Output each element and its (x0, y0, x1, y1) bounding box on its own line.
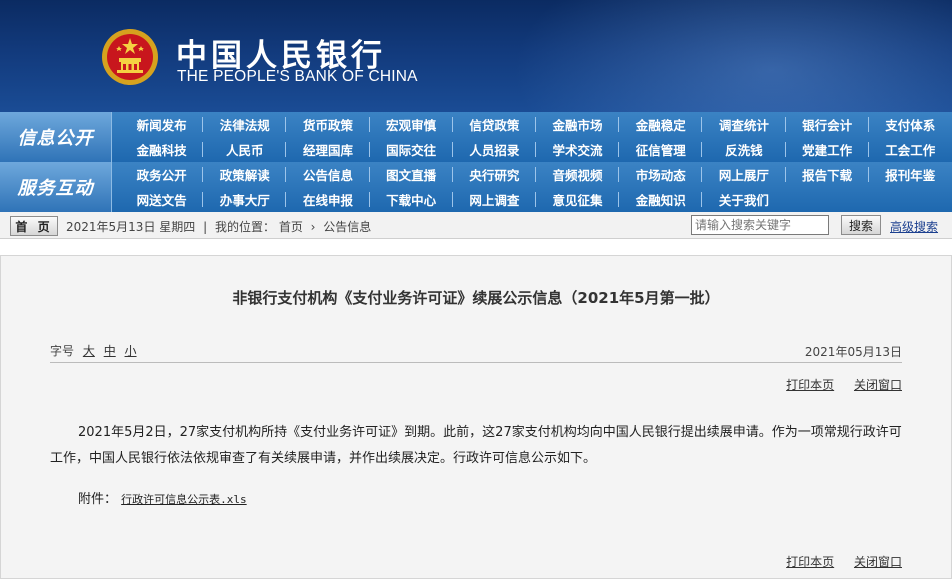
attachment-file-link[interactable]: 行政许可信息公示表.xls (121, 493, 247, 506)
nav-link[interactable]: 支付体系 (869, 112, 952, 137)
nav-link[interactable]: 金融稳定 (619, 112, 703, 137)
close-window-link[interactable]: 关闭窗口 (854, 378, 902, 392)
nav-link[interactable]: 意见征集 (536, 187, 620, 212)
breadcrumb-home-link[interactable]: 首页 (279, 220, 303, 234)
divider (50, 362, 902, 363)
breadcrumb: 2021年5月13日 星期四 | 我的位置： 首页 › 公告信息 (66, 218, 371, 235)
nav-link[interactable]: 网送文告 (120, 187, 204, 212)
font-size-small-link[interactable]: 小 (125, 344, 137, 358)
nav-link[interactable]: 银行会计 (786, 112, 869, 137)
nav-link[interactable]: 经理国库 (286, 137, 370, 162)
font-size-controls: 字号 大 中 小 (50, 342, 137, 359)
close-window-link[interactable]: 关闭窗口 (854, 555, 902, 569)
nav-link[interactable]: 在线申报 (286, 187, 370, 212)
font-size-medium-link[interactable]: 中 (104, 344, 116, 358)
nav-link[interactable]: 金融市场 (536, 112, 620, 137)
current-date: 2021年5月13日 星期四 (66, 220, 196, 234)
nav-link[interactable]: 调查统计 (702, 112, 786, 137)
nav-link[interactable]: 关于我们 (702, 187, 785, 212)
nav-link[interactable]: 公告信息 (286, 162, 370, 187)
nav-link[interactable]: 下载中心 (370, 187, 453, 212)
nav-section-label-info: 信息公开 (0, 112, 112, 162)
nav-link[interactable]: 信贷政策 (453, 112, 537, 137)
nav-link[interactable]: 网上展厅 (702, 162, 786, 187)
nav-link[interactable]: 金融科技 (120, 137, 204, 162)
nav-link[interactable]: 宏观审慎 (370, 112, 453, 137)
nav-section-label-service: 服务互动 (0, 162, 112, 212)
nav-link[interactable]: 工会工作 (869, 137, 952, 162)
nav-link[interactable]: 政策解读 (203, 162, 287, 187)
article-actions-bottom: 打印本页 关闭窗口 (770, 553, 902, 570)
nav-link[interactable]: 网上调查 (453, 187, 537, 212)
nav-link[interactable]: 报刊年鉴 (869, 162, 952, 187)
nav-link[interactable]: 政务公开 (120, 162, 204, 187)
advanced-search-link[interactable]: 高级搜索 (890, 218, 938, 235)
nav-section-info: 信息公开 新闻发布 法律法规 货币政策 宏观审慎 信贷政策 金融市场 金融稳定 … (0, 112, 952, 162)
article-title: 非银行支付机构《支付业务许可证》续展公示信息（2021年5月第一批） (232, 289, 720, 307)
nav-grid-service: 政务公开 政策解读 公告信息 图文直播 央行研究 音频视频 市场动态 网上展厅 … (120, 162, 952, 212)
location-label: 我的位置： (214, 220, 275, 234)
nav-link[interactable]: 学术交流 (536, 137, 620, 162)
nav-link[interactable]: 货币政策 (286, 112, 370, 137)
site-header: 中国人民银行 THE PEOPLE'S BANK OF CHINA (0, 0, 952, 112)
nav-link[interactable]: 人员招录 (453, 137, 537, 162)
home-button[interactable]: 首 页 (10, 216, 58, 236)
article-body: 2021年5月2日，27家支付机构所持《支付业务许可证》到期。此前，这27家支付… (50, 425, 902, 466)
nav-grid-info: 新闻发布 法律法规 货币政策 宏观审慎 信贷政策 金融市场 金融稳定 调查统计 … (120, 112, 952, 162)
nav-link[interactable]: 法律法规 (203, 112, 287, 137)
attachment-label: 附件： (78, 492, 118, 507)
nav-link[interactable]: 征信管理 (619, 137, 703, 162)
search-button[interactable]: 搜索 (841, 215, 881, 235)
font-size-label: 字号 (50, 344, 75, 358)
nav-link[interactable]: 反洗钱 (702, 137, 786, 162)
nav-link[interactable]: 音频视频 (536, 162, 620, 187)
nav-link[interactable]: 市场动态 (619, 162, 703, 187)
article-actions-top: 打印本页 关闭窗口 (770, 376, 902, 393)
nav-link[interactable]: 央行研究 (453, 162, 537, 187)
font-size-large-link[interactable]: 大 (83, 344, 95, 358)
print-page-link[interactable]: 打印本页 (786, 378, 834, 392)
nav-link[interactable]: 国际交往 (370, 137, 453, 162)
brand-name-en: THE PEOPLE'S BANK OF CHINA (177, 68, 418, 85)
header-glow (512, 0, 952, 112)
breadcrumb-arrow-icon: › (310, 220, 316, 234)
national-emblem-icon (102, 29, 158, 85)
article-date: 2021年05月13日 (804, 345, 902, 359)
breadcrumb-divider: | (203, 220, 208, 234)
nav-link[interactable]: 新闻发布 (120, 112, 204, 137)
main-navigation: 信息公开 新闻发布 法律法规 货币政策 宏观审慎 信贷政策 金融市场 金融稳定 … (0, 112, 952, 212)
nav-section-service: 服务互动 政务公开 政策解读 公告信息 图文直播 央行研究 音频视频 市场动态 … (0, 162, 952, 212)
nav-link[interactable]: 人民币 (203, 137, 287, 162)
breadcrumb-current[interactable]: 公告信息 (323, 220, 371, 234)
search-input[interactable] (691, 215, 829, 235)
print-page-link[interactable]: 打印本页 (786, 555, 834, 569)
nav-link[interactable]: 党建工作 (786, 137, 869, 162)
nav-link[interactable]: 图文直播 (370, 162, 453, 187)
nav-link[interactable]: 金融知识 (619, 187, 703, 212)
attachment: 附件： 行政许可信息公示表.xls (78, 488, 247, 507)
nav-link[interactable]: 报告下载 (786, 162, 869, 187)
nav-link[interactable]: 办事大厅 (203, 187, 287, 212)
